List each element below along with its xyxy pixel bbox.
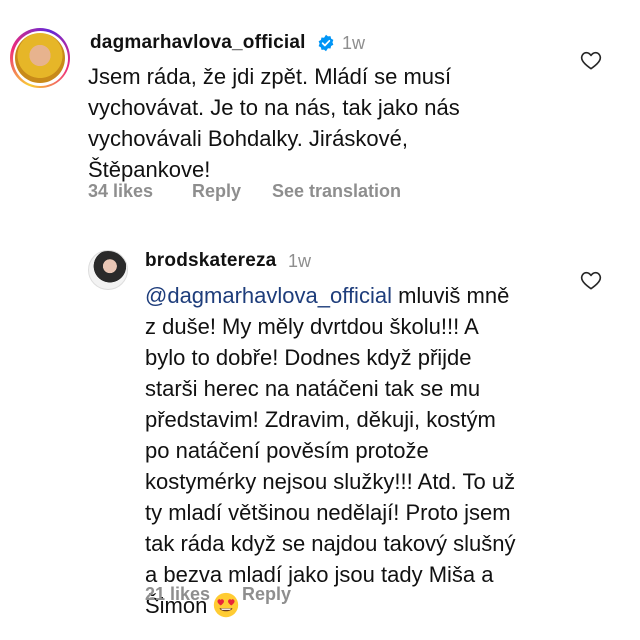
comment-text: @dagmarhavlova_official mluviš mně z duš… [145,283,516,618]
reply-button[interactable]: Reply [242,584,291,605]
heart-outline-icon[interactable] [580,50,602,70]
comment-time: 1w [342,33,366,53]
heart-outline-icon[interactable] [580,270,602,290]
likes-count[interactable]: 21 likes [145,584,210,605]
profile-photo [15,33,65,83]
verified-badge-icon [318,34,334,52]
heart-eyes-emoji-icon [214,592,239,618]
reply-button[interactable]: Reply [192,181,241,202]
comment-time: 1w [288,251,312,271]
likes-count[interactable]: 34 likes [88,181,153,202]
see-translation-button[interactable]: See translation [272,181,401,202]
avatar[interactable] [88,250,128,290]
comment-username[interactable]: brodskatereza [145,250,276,272]
avatar[interactable] [10,28,70,88]
mention-link[interactable]: @dagmarhavlova_official [145,283,392,308]
comment-text: Jsem ráda, že jdi zpět. Mládí se musí vy… [88,64,460,182]
comment-username[interactable]: dagmarhavlova_official [90,32,306,54]
